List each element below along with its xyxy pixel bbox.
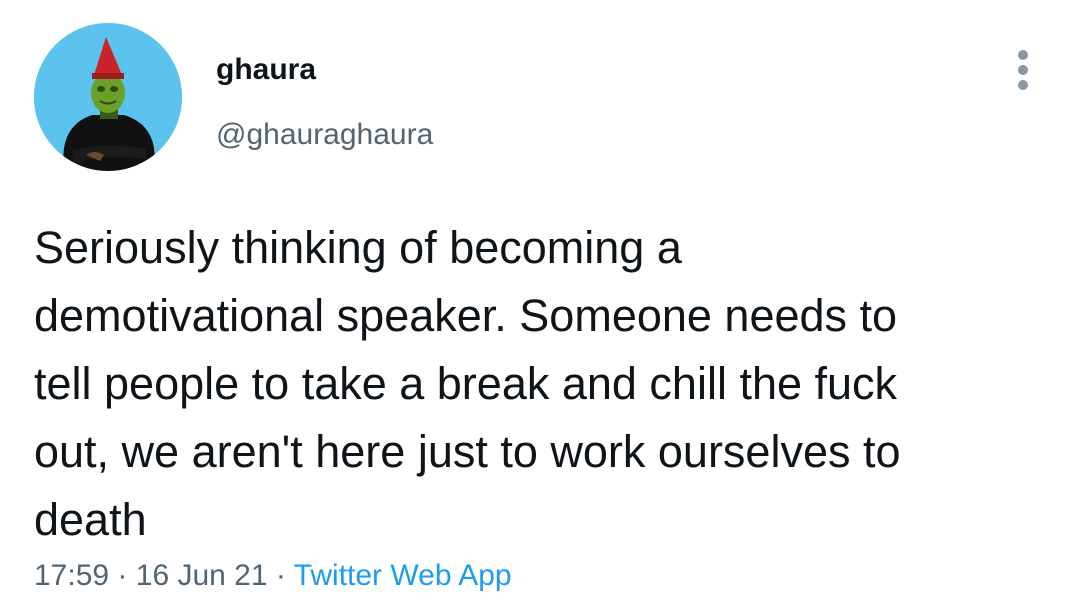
tweet-time[interactable]: 17:59 — [34, 559, 109, 592]
tweet-text-line: death — [34, 494, 147, 545]
tweet-text-line: Seriously thinking of becoming a — [34, 222, 682, 273]
tweet-meta: 17:59 · 16 Jun 21 · Twitter Web App — [34, 556, 512, 596]
display-name[interactable]: ghaura — [216, 52, 316, 88]
more-vertical-icon-dot — [1018, 80, 1028, 90]
more-vertical-icon-dot — [1018, 65, 1028, 75]
tweet-text-line: tell people to take a break and chill th… — [34, 358, 898, 409]
avatar-illustration — [34, 23, 182, 171]
tweet-text-line: out, we aren't here just to work ourselv… — [34, 426, 901, 477]
avatar[interactable] — [34, 23, 182, 171]
tweet-source-link[interactable]: Twitter Web App — [294, 559, 512, 592]
tweet-card: ghaura @ghauraghaura Seriously thinking … — [0, 0, 1080, 608]
more-vertical-icon — [1018, 50, 1028, 60]
meta-separator: · — [117, 559, 128, 592]
tweet-date[interactable]: 16 Jun 21 — [136, 559, 268, 592]
more-options-button[interactable] — [1008, 48, 1040, 92]
meta-separator: · — [275, 559, 286, 592]
user-handle[interactable]: @ghauraghaura — [216, 117, 433, 153]
tweet-text: Seriously thinking of becoming a demotiv… — [34, 214, 1054, 554]
tweet-text-line: demotivational speaker. Someone needs to — [34, 290, 898, 341]
